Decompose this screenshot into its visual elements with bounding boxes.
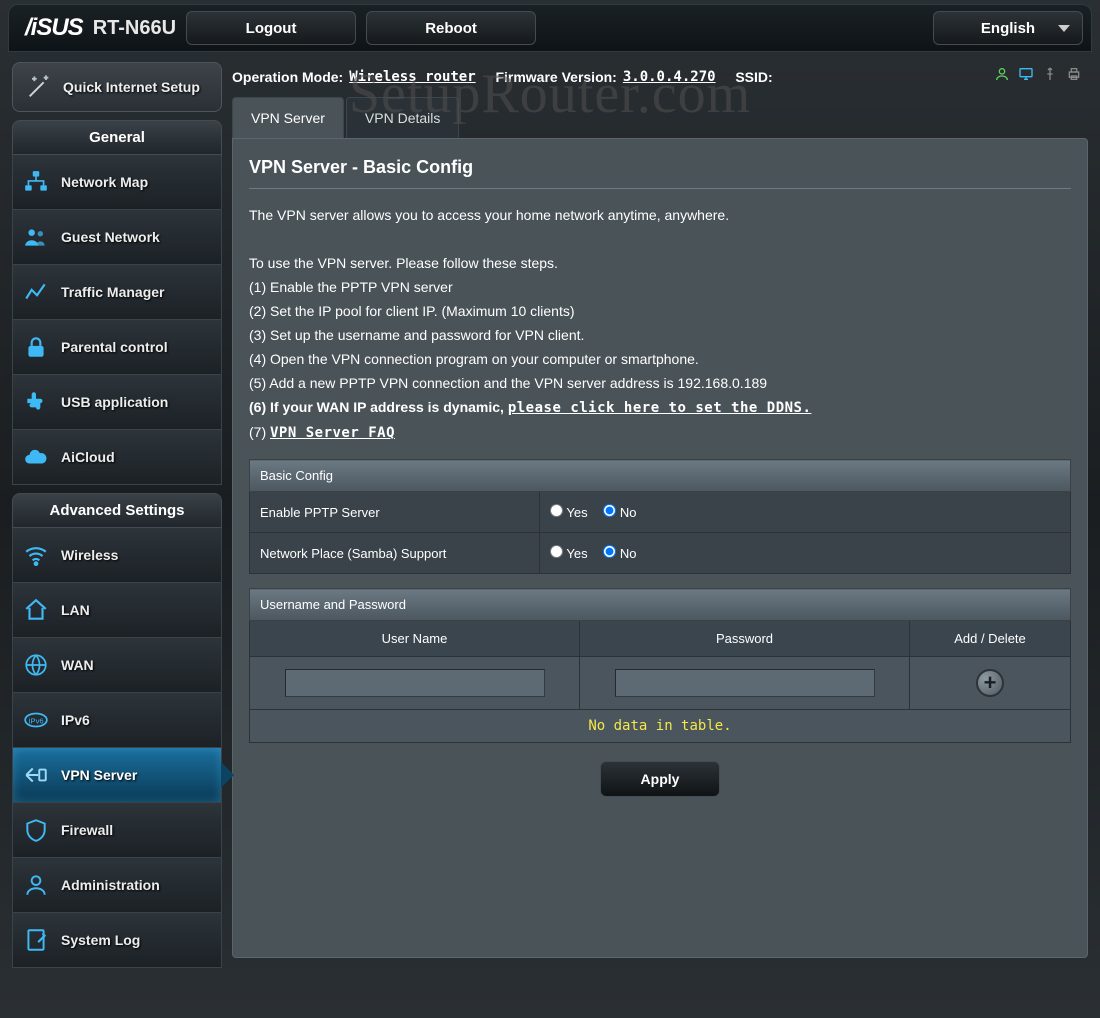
content-area: Operation Mode: Wireless router Firmware… — [232, 62, 1088, 968]
sidebar-item-administration[interactable]: Administration — [12, 858, 222, 913]
reboot-button[interactable]: Reboot — [366, 11, 536, 45]
usb-status-icon[interactable] — [1042, 66, 1058, 87]
row-samba-label: Network Place (Samba) Support — [250, 533, 540, 574]
step-6: (6) If your WAN IP address is dynamic, p… — [249, 395, 1071, 420]
ssid-label: SSID: — [735, 69, 772, 85]
model-label: RT-N66U — [93, 17, 176, 40]
col-username: User Name — [250, 621, 580, 657]
sidebar-item-firewall[interactable]: Firewall — [12, 803, 222, 858]
samba-no-option[interactable]: No — [603, 546, 636, 561]
sidebar-item-aicloud[interactable]: AiCloud — [12, 430, 222, 485]
sidebar-item-parental-control[interactable]: Parental control — [12, 320, 222, 375]
info-bar: Operation Mode: Wireless router Firmware… — [232, 62, 1088, 97]
log-icon — [23, 927, 49, 953]
logout-button[interactable]: Logout — [186, 11, 356, 45]
userpass-header: Username and Password — [250, 589, 1071, 621]
sidebar-item-wireless[interactable]: Wireless — [12, 528, 222, 583]
ipv6-icon: IPv6 — [23, 707, 49, 733]
ddns-link[interactable]: please click here to set the DDNS. — [508, 400, 812, 416]
section-general-header: General — [12, 120, 222, 155]
username-input[interactable] — [285, 669, 545, 697]
traffic-manager-icon — [23, 279, 49, 305]
sidebar-item-vpn-server[interactable]: VPN Server — [12, 748, 222, 803]
svg-text:IPv6: IPv6 — [28, 716, 43, 725]
vpn-icon — [23, 762, 49, 788]
step-3: (3) Set up the username and password for… — [249, 323, 1071, 347]
cloud-icon — [23, 444, 49, 470]
step-7: (7) VPN Server FAQ — [249, 420, 1071, 445]
qis-label: Quick Internet Setup — [63, 79, 200, 95]
sidebar-item-ipv6[interactable]: IPv6 IPv6 — [12, 693, 222, 748]
brand-logo: /iSUS — [25, 14, 83, 42]
chevron-down-icon — [1058, 25, 1070, 32]
home-icon — [23, 597, 49, 623]
quick-internet-setup-button[interactable]: Quick Internet Setup — [12, 62, 222, 112]
page-title: VPN Server - Basic Config — [249, 157, 1071, 189]
sidebar-item-system-log[interactable]: System Log — [12, 913, 222, 968]
fw-label: Firmware Version: — [495, 69, 616, 85]
op-mode-link[interactable]: Wireless router — [349, 69, 475, 85]
shield-icon — [23, 817, 49, 843]
sidebar-item-usb-application[interactable]: USB application — [12, 375, 222, 430]
sidebar-item-lan[interactable]: LAN — [12, 583, 222, 638]
op-mode-label: Operation Mode: — [232, 69, 343, 85]
language-label: English — [981, 20, 1035, 37]
col-password: Password — [580, 621, 910, 657]
step-5: (5) Add a new PPTP VPN connection and th… — [249, 371, 1071, 395]
sidebar-item-traffic-manager[interactable]: Traffic Manager — [12, 265, 222, 320]
wifi-icon — [23, 542, 49, 568]
lock-icon — [23, 334, 49, 360]
intro-text: The VPN server allows you to access your… — [249, 203, 1071, 227]
step-4: (4) Open the VPN connection program on y… — [249, 347, 1071, 371]
monitor-status-icon[interactable] — [1018, 66, 1034, 87]
sidebar-item-guest-network[interactable]: Guest Network — [12, 210, 222, 265]
add-button[interactable] — [976, 669, 1004, 697]
globe-icon — [23, 652, 49, 678]
guest-network-icon — [23, 224, 49, 250]
pptp-yes-option[interactable]: Yes — [550, 505, 588, 520]
language-select[interactable]: English — [933, 11, 1083, 45]
tab-vpn-details[interactable]: VPN Details — [346, 97, 459, 138]
step-1: (1) Enable the PPTP VPN server — [249, 275, 1071, 299]
user-status-icon[interactable] — [994, 66, 1010, 87]
col-action: Add / Delete — [910, 621, 1071, 657]
basic-config-header: Basic Config — [250, 460, 1071, 492]
wand-icon — [25, 73, 53, 101]
sidebar: Quick Internet Setup General Network Map… — [12, 62, 222, 968]
sidebar-item-network-map[interactable]: Network Map — [12, 155, 222, 210]
apply-button[interactable]: Apply — [600, 761, 720, 797]
puzzle-icon — [23, 389, 49, 415]
sidebar-item-wan[interactable]: WAN — [12, 638, 222, 693]
page-panel: VPN Server - Basic Config The VPN server… — [232, 138, 1088, 958]
network-map-icon — [23, 169, 49, 195]
steps-lead: To use the VPN server. Please follow the… — [249, 251, 1071, 275]
admin-icon — [23, 872, 49, 898]
section-advanced-header: Advanced Settings — [12, 493, 222, 528]
pptp-no-option[interactable]: No — [603, 505, 636, 520]
step-2: (2) Set the IP pool for client IP. (Maxi… — [249, 299, 1071, 323]
header-bar: /iSUS RT-N66U Logout Reboot English — [8, 4, 1092, 52]
tab-vpn-server[interactable]: VPN Server — [232, 97, 344, 138]
password-input[interactable] — [615, 669, 875, 697]
row-enable-pptp-label: Enable PPTP Server — [250, 492, 540, 533]
no-data-message: No data in table. — [249, 710, 1071, 743]
faq-link[interactable]: VPN Server FAQ — [270, 425, 395, 441]
samba-yes-option[interactable]: Yes — [550, 546, 588, 561]
fw-link[interactable]: 3.0.0.4.270 — [623, 69, 716, 85]
printer-status-icon[interactable] — [1066, 66, 1082, 87]
